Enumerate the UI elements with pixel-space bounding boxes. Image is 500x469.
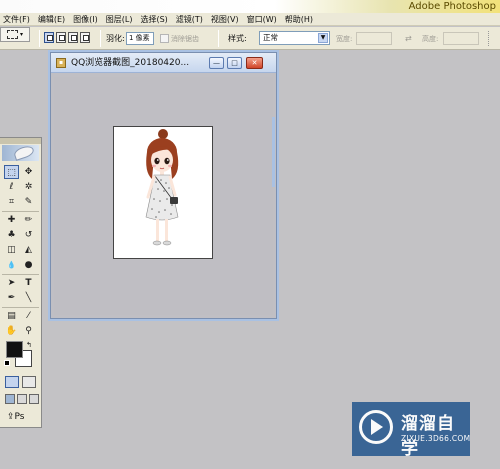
- full-screen-menu-mode-button[interactable]: [17, 394, 27, 404]
- style-select[interactable]: 正常 ▼: [259, 31, 330, 45]
- toolbox-grip[interactable]: [0, 138, 41, 144]
- slice-tool[interactable]: ✎: [21, 195, 36, 209]
- separator: [2, 307, 39, 308]
- intersect-selection-button[interactable]: [80, 32, 90, 43]
- toolbox-panel: ⬚ ✥ ℓ ✲ ⌗ ✎ ✚ ✏ ♣ ↺ ◫ ◭ 💧 ● ➤ T ✒ ╲ ▤ ⁄ …: [0, 137, 42, 428]
- separator: [2, 274, 39, 275]
- options-bar-grip[interactable]: [488, 31, 496, 46]
- document-image[interactable]: [113, 126, 213, 259]
- hand-tool[interactable]: ✋: [4, 324, 19, 338]
- menu-window[interactable]: 窗口(W): [243, 13, 281, 26]
- clone-stamp-tool[interactable]: ♣: [4, 228, 19, 242]
- default-colors-icon[interactable]: [4, 360, 10, 366]
- app-titlebar: Adobe Photoshop: [0, 0, 500, 13]
- style-label: 样式:: [228, 34, 247, 43]
- document-titlebar[interactable]: ▪ QQ浏览器截图_20180420... — □ ✕: [51, 53, 276, 73]
- feather-label: 羽化:: [106, 34, 125, 43]
- toolbox-logo[interactable]: [2, 144, 39, 161]
- menu-view[interactable]: 视图(V): [207, 13, 243, 26]
- height-label: 高度:: [422, 34, 439, 43]
- chevron-down-icon: ▼: [318, 33, 328, 43]
- lasso-tool[interactable]: ℓ: [4, 180, 19, 194]
- pen-tool[interactable]: ✒: [4, 291, 19, 305]
- menu-filter[interactable]: 滤镜(T): [172, 13, 207, 26]
- document-icon: ▪: [56, 58, 66, 68]
- foreground-color-swatch[interactable]: [6, 341, 23, 358]
- document-title: QQ浏览器截图_20180420...: [71, 58, 190, 68]
- separator: [2, 211, 39, 212]
- separator: [100, 30, 101, 47]
- scrollbar[interactable]: [272, 117, 275, 187]
- crop-tool[interactable]: ⌗: [4, 195, 19, 209]
- watermark-url: ZIXUE.3D66.COM: [401, 434, 471, 443]
- antialias-checkbox[interactable]: [160, 34, 169, 43]
- standard-screen-mode-button[interactable]: [5, 394, 15, 404]
- feather-icon: [12, 144, 36, 161]
- healing-brush-tool[interactable]: ✚: [4, 213, 19, 227]
- swap-colors-icon[interactable]: ↰: [26, 341, 32, 349]
- zoom-tool[interactable]: ⚲: [21, 324, 36, 338]
- eraser-tool[interactable]: ◫: [4, 243, 19, 257]
- feather-input[interactable]: 1 像素: [126, 32, 154, 45]
- line-tool[interactable]: ╲: [21, 291, 36, 305]
- add-to-selection-button[interactable]: [56, 32, 66, 43]
- height-input[interactable]: [443, 32, 479, 45]
- type-tool[interactable]: T: [21, 276, 36, 290]
- menu-file[interactable]: 文件(F): [2, 13, 34, 26]
- menu-edit[interactable]: 编辑(E): [34, 13, 69, 26]
- path-selection-tool[interactable]: ➤: [4, 276, 19, 290]
- marquee-icon: [6, 30, 18, 39]
- options-bar: ▾ 羽化: 1 像素 消除锯齿 样式: 正常 ▼ 宽度: ⇄ 高度:: [0, 27, 500, 50]
- menubar: 文件(F) 编辑(E) 图像(I) 图层(L) 选择(S) 滤镜(T) 视图(V…: [0, 13, 500, 26]
- rectangular-marquee-tool[interactable]: ⬚: [4, 165, 19, 179]
- standard-mode-button[interactable]: [5, 376, 19, 388]
- cartoon-girl-illustration: [145, 129, 179, 246]
- brush-tool[interactable]: ✏: [21, 213, 36, 227]
- swap-width-height-icon[interactable]: ⇄: [405, 27, 412, 50]
- menu-select[interactable]: 选择(S): [136, 13, 171, 26]
- close-button[interactable]: ✕: [246, 57, 263, 69]
- subtract-from-selection-button[interactable]: [68, 32, 78, 43]
- dodge-tool[interactable]: ●: [21, 258, 36, 272]
- quick-mask-button[interactable]: [22, 376, 36, 388]
- app-title: Adobe Photoshop: [408, 1, 496, 12]
- width-label: 宽度:: [336, 34, 353, 43]
- new-selection-button[interactable]: [44, 32, 54, 43]
- magic-wand-tool[interactable]: ✲: [21, 180, 36, 194]
- paint-bucket-tool[interactable]: ◭: [21, 243, 36, 257]
- watermark: 溜溜自学 ZIXUE.3D66.COM: [352, 402, 471, 459]
- antialias-label: 消除锯齿: [171, 34, 199, 43]
- tool-preset-picker[interactable]: ▾: [0, 27, 30, 42]
- width-input[interactable]: [356, 32, 392, 45]
- jump-to-imageready-button[interactable]: ⇪Ps: [7, 410, 35, 424]
- menu-image[interactable]: 图像(I): [69, 13, 102, 26]
- minimize-button[interactable]: —: [209, 57, 224, 69]
- notes-tool[interactable]: ▤: [4, 309, 19, 323]
- style-select-value: 正常: [263, 33, 278, 42]
- maximize-button[interactable]: □: [227, 57, 242, 69]
- play-icon: [371, 419, 383, 435]
- eyedropper-tool[interactable]: ⁄: [21, 309, 36, 323]
- history-brush-tool[interactable]: ↺: [21, 228, 36, 242]
- move-tool[interactable]: ✥: [21, 165, 36, 179]
- separator: [218, 30, 219, 47]
- full-screen-mode-button[interactable]: [29, 394, 39, 404]
- blur-tool[interactable]: 💧: [4, 258, 19, 272]
- separator: [39, 30, 40, 47]
- menu-layer[interactable]: 图层(L): [102, 13, 137, 26]
- menu-help[interactable]: 帮助(H): [281, 13, 317, 26]
- chevron-down-icon: ▾: [19, 31, 23, 38]
